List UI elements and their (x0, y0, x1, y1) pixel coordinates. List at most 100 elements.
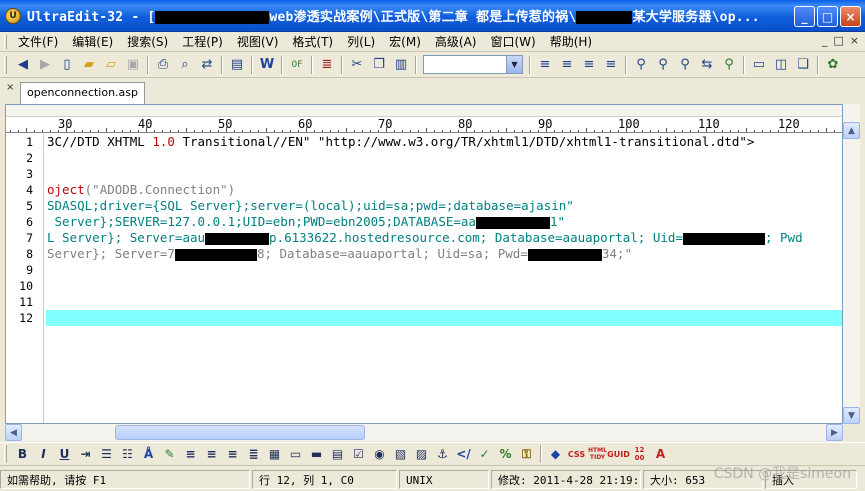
menu-format[interactable]: 格式(T) (285, 33, 340, 50)
horizontal-scrollbar[interactable]: ◀ ▶ (5, 424, 843, 441)
copy-icon[interactable]: ❐ (368, 54, 390, 76)
numbering-icon[interactable]: ☷ (117, 444, 138, 464)
align-left-icon[interactable]: ≡ (534, 54, 556, 76)
scroll-right-icon[interactable]: ▶ (826, 424, 843, 441)
cascade-icon[interactable]: ❏ (792, 54, 814, 76)
menu-window[interactable]: 窗口(W) (483, 33, 542, 50)
underline-icon[interactable]: U (54, 444, 75, 464)
spell-check-icon[interactable]: ✓ (474, 444, 495, 464)
code-line[interactable] (46, 278, 842, 294)
settings-icon[interactable]: ✿ (822, 54, 844, 76)
mdi-minimize-button[interactable]: _ (822, 34, 828, 47)
word-icon[interactable]: W (256, 54, 278, 76)
code-line[interactable]: Server};SERVER=127.0.0.1;UID=ebn;PWD=ebn… (46, 214, 842, 230)
current-code-line[interactable] (46, 310, 842, 326)
tab-openconnection[interactable]: openconnection.asp (20, 82, 146, 104)
close-button[interactable]: × (840, 6, 861, 27)
scroll-left-icon[interactable]: ◀ (5, 424, 22, 441)
menu-edit[interactable]: 编辑(E) (65, 33, 120, 50)
align-left-icon[interactable]: ≡ (180, 444, 201, 464)
align-right-icon[interactable]: ≡ (578, 54, 600, 76)
menu-grip[interactable] (4, 34, 7, 49)
window-h-icon[interactable]: ▭ (748, 54, 770, 76)
horizontal-scroll-thumb[interactable] (115, 425, 365, 440)
menu-search[interactable]: 搜索(S) (120, 33, 175, 50)
find-files-icon[interactable]: ⚲ (718, 54, 740, 76)
back-icon[interactable]: ◀ (12, 54, 34, 76)
ftp-icon[interactable]: ⇄ (196, 54, 218, 76)
mdi-close-button[interactable]: × (850, 34, 859, 47)
code-line[interactable] (46, 262, 842, 278)
align-right-icon[interactable]: ≡ (222, 444, 243, 464)
find-icon[interactable]: ⚲ (630, 54, 652, 76)
code-line[interactable] (46, 294, 842, 310)
save-icon[interactable]: ▣ (122, 54, 144, 76)
open-folder-icon[interactable]: ▰ (78, 54, 100, 76)
print-icon[interactable]: ⎙ (152, 54, 174, 76)
toolbar2-grip[interactable] (4, 445, 7, 463)
paste-icon[interactable]: ▥ (390, 54, 412, 76)
scroll-up-icon[interactable]: ▲ (843, 122, 860, 139)
menu-view[interactable]: 视图(V) (230, 33, 286, 50)
tab-close-icon[interactable]: × (6, 82, 14, 93)
time-icon[interactable]: 12 00 (629, 444, 650, 464)
menu-macro[interactable]: 宏(M) (382, 33, 428, 50)
code-line[interactable]: L Server}; Server=aau p.6133622.hostedres… (46, 230, 842, 246)
align-center-icon[interactable]: ≡ (556, 54, 578, 76)
tag-icon[interactable]: </ (453, 444, 474, 464)
forward-icon[interactable]: ▶ (34, 54, 56, 76)
button-icon[interactable]: ▬ (306, 444, 327, 464)
indent-icon[interactable]: ⇥ (75, 444, 96, 464)
bullets-icon[interactable]: ☰ (96, 444, 117, 464)
replace-icon[interactable]: ⇆ (696, 54, 718, 76)
image-map-icon[interactable]: ▨ (411, 444, 432, 464)
title-bar[interactable]: U UltraEdit-32 - [web渗透实战案例\正式版\第二章 都是上传… (0, 0, 865, 32)
textarea-icon[interactable]: ▤ (327, 444, 348, 464)
list-icon[interactable]: ≣ (316, 54, 338, 76)
italic-icon[interactable]: I (33, 444, 54, 464)
html-tidy-icon[interactable]: HTML TIDY (587, 444, 608, 464)
scroll-down-icon[interactable]: ▼ (843, 407, 860, 424)
image-icon[interactable]: ▧ (390, 444, 411, 464)
hex-icon[interactable]: 0F (286, 54, 308, 76)
justify-icon[interactable]: ≡ (600, 54, 622, 76)
justify-icon[interactable]: ≣ (243, 444, 264, 464)
checkbox-icon[interactable]: ☑ (348, 444, 369, 464)
align-center-icon[interactable]: ≡ (201, 444, 222, 464)
encoding-icon[interactable]: % (495, 444, 516, 464)
menu-column[interactable]: 列(L) (340, 33, 382, 50)
open-icon[interactable]: ▱ (100, 54, 122, 76)
radio-icon[interactable]: ◉ (369, 444, 390, 464)
find-next-icon[interactable]: ⚲ (652, 54, 674, 76)
css-icon[interactable]: CSS (566, 444, 587, 464)
code-line[interactable]: SDASQL;driver={SQL Server};server=(local… (46, 198, 842, 214)
code-line[interactable]: oject("ADODB.Connection") (46, 182, 842, 198)
menu-file[interactable]: 文件(F) (11, 33, 65, 50)
new-file-icon[interactable]: ▯ (56, 54, 78, 76)
window-v-icon[interactable]: ◫ (770, 54, 792, 76)
menu-project[interactable]: 工程(P) (175, 33, 230, 50)
code-line[interactable]: Server}; Server=7 8; Database=aauaportal;… (46, 246, 842, 262)
mdi-restore-button[interactable]: □ (833, 34, 843, 47)
minimize-button[interactable]: _ (794, 6, 815, 27)
code-area[interactable]: 3C//DTD XHTML 1.0 Transitional//EN" "htt… (46, 134, 842, 423)
vertical-scrollbar[interactable]: ▲ ▼ (843, 104, 860, 424)
code-line[interactable]: 3C//DTD XHTML 1.0 Transitional//EN" "htt… (46, 134, 842, 150)
table-icon[interactable]: ▦ (264, 444, 285, 464)
highlight-icon[interactable]: ✎ (159, 444, 180, 464)
spell-icon[interactable]: ▤ (226, 54, 248, 76)
code-line[interactable] (46, 150, 842, 166)
menu-help[interactable]: 帮助(H) (543, 33, 599, 50)
input-icon[interactable]: ▭ (285, 444, 306, 464)
guid-icon[interactable]: GUID (607, 444, 630, 464)
toolbar-grip[interactable] (4, 55, 7, 74)
color-picker-icon[interactable]: ◆ (545, 444, 566, 464)
anchor-icon[interactable]: ⚓ (432, 444, 453, 464)
editor-pane[interactable]: 30 40 50 60 70 80 90 100 110 120 1 2 3 4 5 6 7 8 … (5, 104, 843, 424)
combo-dropdown-icon[interactable]: ▼ (506, 56, 522, 73)
lock-icon[interactable]: ⚿ (516, 444, 537, 464)
cut-icon[interactable]: ✂ (346, 54, 368, 76)
font-icon[interactable]: A (650, 444, 671, 464)
print-preview-icon[interactable]: ⌕ (174, 54, 196, 76)
menu-advanced[interactable]: 高级(A) (428, 33, 484, 50)
